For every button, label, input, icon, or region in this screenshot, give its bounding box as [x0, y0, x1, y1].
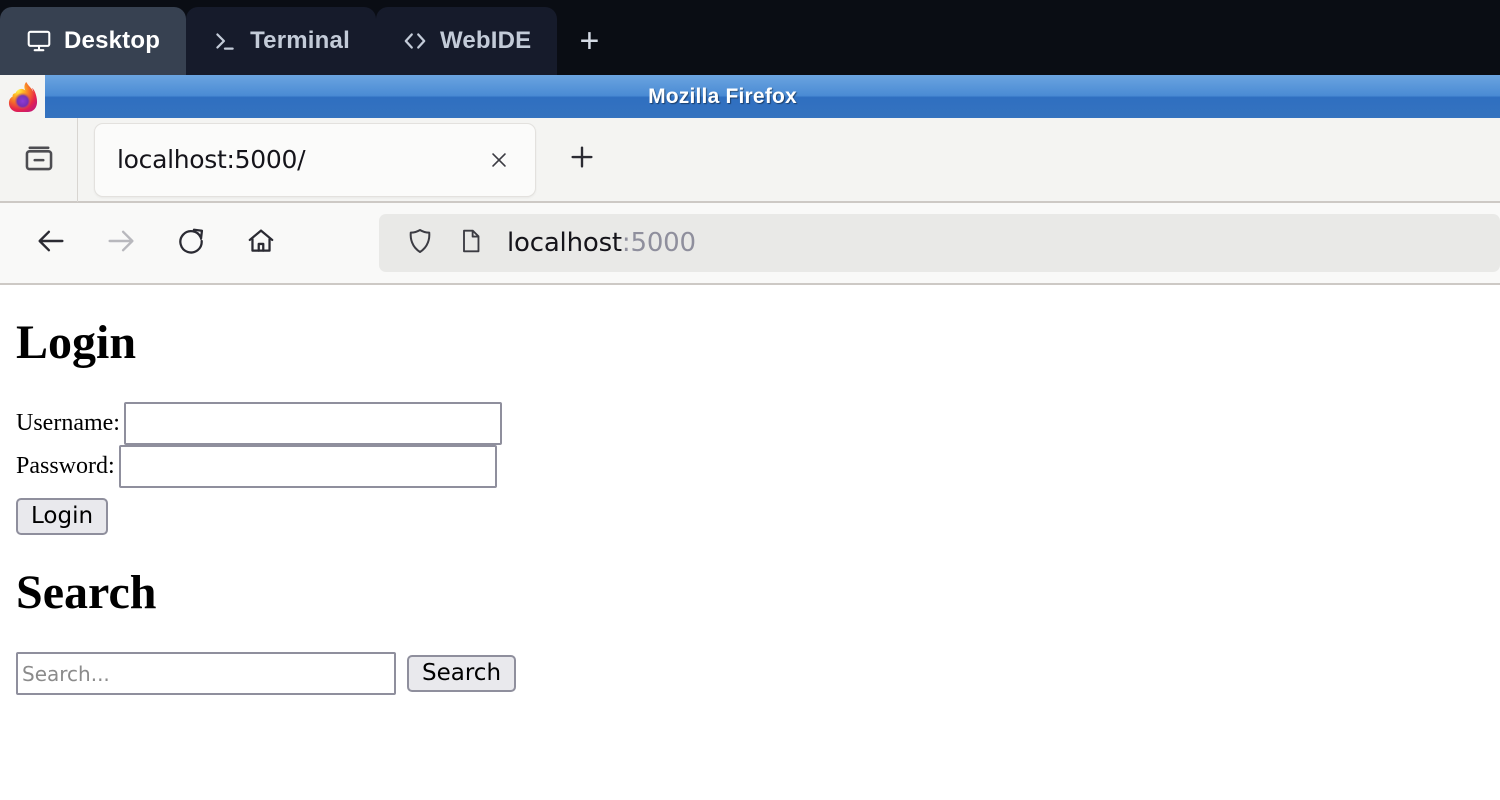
env-tab-webide[interactable]: WebIDE: [375, 7, 558, 75]
plus-icon: [567, 142, 597, 177]
monitor-icon: [26, 28, 52, 54]
back-button[interactable]: [22, 214, 80, 272]
code-icon: [402, 28, 428, 54]
login-form: Username: Password: Login: [16, 401, 1484, 536]
env-tab-label: WebIDE: [439, 27, 532, 54]
navigation-toolbar: localhost:5000: [0, 203, 1500, 285]
login-heading: Login: [16, 316, 137, 369]
back-arrow-icon: [34, 224, 68, 263]
browser-tab[interactable]: localhost:5000/: [94, 122, 536, 197]
home-button[interactable]: [232, 214, 290, 272]
url-text: localhost:5000: [507, 228, 696, 258]
home-icon: [245, 225, 277, 262]
search-form: Search: [16, 652, 1484, 696]
reload-icon: [175, 225, 207, 262]
page-icon[interactable]: [457, 227, 485, 260]
firefox-logo-icon: [8, 81, 37, 112]
terminal-icon: [212, 28, 238, 54]
username-label: Username:: [16, 410, 120, 437]
page-content: Login Username: Password: Login Search S…: [0, 285, 1500, 797]
reload-button[interactable]: [162, 214, 220, 272]
screen-root: Desktop Terminal WebIDE + Mozilla Firefo…: [0, 0, 1500, 800]
search-heading: Search: [16, 566, 157, 620]
env-add-tab-button[interactable]: +: [557, 7, 621, 75]
firefox-view-icon: [22, 140, 56, 179]
password-label: Password:: [16, 453, 115, 480]
browser-tabstrip: localhost:5000/: [0, 117, 1500, 203]
window-title: Mozilla Firefox: [648, 84, 797, 108]
firefox-titlebar: Mozilla Firefox: [0, 75, 1500, 118]
firefox-window: Mozilla Firefox localhost:5000/ localhos…: [0, 75, 1500, 800]
forward-button[interactable]: [92, 214, 150, 272]
login-submit-button[interactable]: Login: [16, 497, 109, 536]
env-tab-terminal[interactable]: Terminal: [186, 7, 376, 75]
url-bar[interactable]: localhost:5000: [379, 214, 1500, 272]
username-input[interactable]: [123, 401, 502, 445]
plus-icon: +: [579, 22, 600, 60]
env-tab-desktop[interactable]: Desktop: [0, 7, 187, 75]
firefox-logo: [0, 75, 45, 118]
url-port: :5000: [621, 228, 696, 258]
search-submit-button[interactable]: Search: [407, 654, 517, 693]
firefox-view-button[interactable]: [0, 117, 78, 202]
password-input[interactable]: [118, 444, 497, 488]
shield-icon[interactable]: [405, 226, 435, 261]
password-row: Password:: [16, 444, 1484, 488]
search-input[interactable]: [16, 652, 396, 696]
browser-tab-title: localhost:5000/: [117, 145, 306, 174]
environment-tabstrip: Desktop Terminal WebIDE +: [0, 0, 1500, 75]
forward-arrow-icon: [104, 224, 138, 263]
env-tab-label: Terminal: [250, 27, 350, 54]
env-tab-label: Desktop: [64, 27, 161, 54]
username-row: Username:: [16, 401, 1484, 445]
new-tab-button[interactable]: [552, 130, 612, 190]
tab-close-icon[interactable]: [477, 138, 521, 182]
url-host: localhost: [507, 228, 622, 258]
